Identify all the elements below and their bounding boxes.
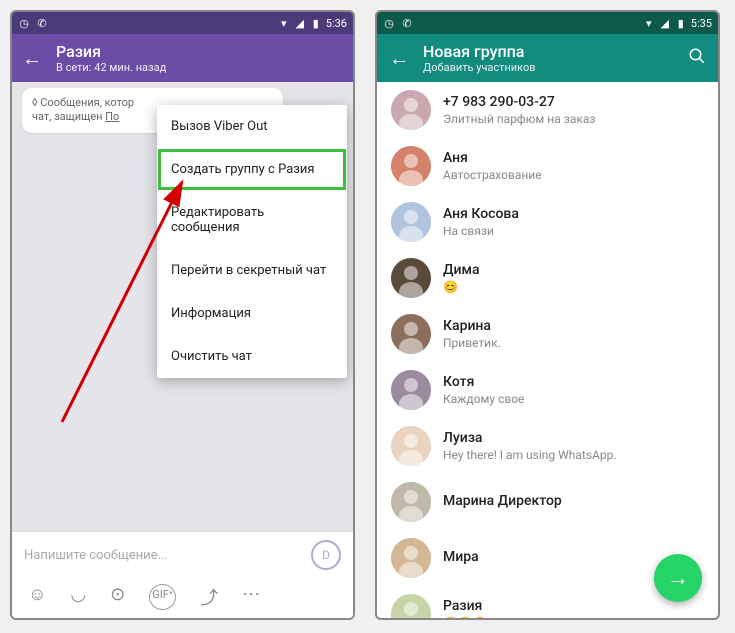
wifi-icon: ▾ bbox=[278, 17, 290, 29]
avatar bbox=[391, 90, 431, 130]
statusbar-time: 5:35 bbox=[691, 17, 712, 30]
contact-name: Мира bbox=[443, 549, 479, 565]
menu-clear-chat[interactable]: Очистить чат bbox=[157, 335, 347, 378]
gif-icon[interactable]: GIF⁺ bbox=[149, 584, 176, 610]
chat-body: ◊ Сообщения, котор чат, защищен По 4:54 … bbox=[12, 82, 353, 531]
contacts-list[interactable]: +7 983 290-03-27 Элитный парфюм на заказ А… bbox=[377, 82, 718, 618]
contact-name: Луиза bbox=[443, 430, 617, 446]
back-button[interactable]: ← bbox=[22, 46, 42, 71]
contact-name: +7 983 290-03-27 bbox=[443, 94, 595, 110]
contact-row[interactable]: Дима 😊 bbox=[377, 250, 718, 306]
contact-status: Приветик. bbox=[443, 336, 501, 350]
avatar bbox=[391, 370, 431, 410]
battery-icon: ▮ bbox=[675, 17, 687, 29]
emoji-icon[interactable]: ☺ bbox=[28, 584, 46, 610]
avatar bbox=[391, 426, 431, 466]
contact-name: Аня bbox=[443, 150, 542, 166]
signal-icon: ◢ bbox=[294, 17, 306, 29]
contact-status: 😊 bbox=[443, 280, 480, 294]
last-seen: В сети: 42 мин. назад bbox=[56, 61, 166, 74]
statusbar: ◷ ✆ ▾ ◢ ▮ 5:36 bbox=[12, 12, 353, 34]
contact-name: Разия bbox=[443, 598, 670, 614]
contact-name: Карина bbox=[443, 318, 501, 334]
contact-name: Дима bbox=[443, 262, 480, 278]
back-button[interactable]: ← bbox=[389, 46, 409, 71]
contact-status: 😊😊😟жизнь прекрасна живи мгновен bbox=[443, 616, 670, 618]
avatar bbox=[391, 538, 431, 578]
chat-header: ← Разия В сети: 42 мин. назад bbox=[12, 34, 353, 82]
statusbar: ◷ ✆ ▾ ◢ ▮ 5:35 bbox=[377, 12, 718, 34]
context-menu: Вызов Viber Out Создать группу с Разия Р… bbox=[157, 105, 347, 378]
contact-status: Автострахование bbox=[443, 168, 542, 182]
app-icon: ◷ bbox=[18, 17, 30, 29]
encryption-link[interactable]: По bbox=[105, 110, 119, 123]
message-input[interactable]: Напишите сообщение... bbox=[24, 548, 168, 563]
next-fab[interactable]: → bbox=[654, 554, 702, 602]
input-bar: Напишите сообщение... D ☺ ◡ ⊙ GIF⁺ ⤴ ⋯ bbox=[12, 531, 353, 618]
avatar bbox=[391, 202, 431, 242]
send-button[interactable]: D bbox=[311, 540, 341, 570]
contact-row[interactable]: Луиза Hey there! I am using WhatsApp. bbox=[377, 418, 718, 474]
whatsapp-status-icon: ✆ bbox=[36, 17, 48, 29]
contact-name: Котя bbox=[443, 374, 524, 390]
avatar bbox=[391, 314, 431, 354]
contact-status: Каждому свое bbox=[443, 392, 524, 406]
attach-icon[interactable]: ⤴ bbox=[200, 584, 218, 610]
avatar bbox=[391, 258, 431, 298]
header-sub: Добавить участников bbox=[423, 61, 536, 74]
avatar bbox=[391, 146, 431, 186]
contact-status: Элитный парфюм на заказ bbox=[443, 112, 595, 126]
contact-status: Hey there! I am using WhatsApp. bbox=[443, 448, 617, 462]
search-icon[interactable] bbox=[688, 47, 706, 70]
menu-create-group[interactable]: Создать группу с Разия bbox=[157, 148, 347, 191]
statusbar-time: 5:36 bbox=[326, 17, 347, 30]
contact-row[interactable]: +7 983 290-03-27 Элитный парфюм на заказ bbox=[377, 82, 718, 138]
whatsapp-phone: ◷ ✆ ▾ ◢ ▮ 5:35 ← Новая группа Добавить у… bbox=[375, 10, 720, 620]
contact-row[interactable]: Марина Директор bbox=[377, 474, 718, 530]
menu-edit-messages[interactable]: Редактировать сообщения bbox=[157, 191, 347, 249]
avatar bbox=[391, 594, 431, 618]
avatar bbox=[391, 482, 431, 522]
chat-title: Разия bbox=[56, 42, 166, 61]
sticker-icon[interactable]: ◡ bbox=[70, 584, 86, 610]
header-title: Новая группа bbox=[423, 42, 536, 61]
menu-viber-out[interactable]: Вызов Viber Out bbox=[157, 105, 347, 148]
menu-info[interactable]: Информация bbox=[157, 292, 347, 335]
signal-icon: ◢ bbox=[659, 17, 671, 29]
whatsapp-status-icon: ✆ bbox=[401, 17, 413, 29]
battery-icon: ▮ bbox=[310, 17, 322, 29]
contact-row[interactable]: Аня Косова На связи bbox=[377, 194, 718, 250]
menu-secret-chat[interactable]: Перейти в секретный чат bbox=[157, 249, 347, 292]
camera-icon[interactable]: ⊙ bbox=[110, 584, 125, 610]
contact-status: На связи bbox=[443, 224, 519, 238]
contact-name: Аня Косова bbox=[443, 206, 519, 222]
contact-row[interactable]: Карина Приветик. bbox=[377, 306, 718, 362]
wifi-icon: ▾ bbox=[643, 17, 655, 29]
contact-row[interactable]: Аня Автострахование bbox=[377, 138, 718, 194]
app-icon: ◷ bbox=[383, 17, 395, 29]
new-group-header: ← Новая группа Добавить участников bbox=[377, 34, 718, 82]
contact-name: Марина Директор bbox=[443, 493, 562, 509]
more-icon[interactable]: ⋯ bbox=[242, 584, 260, 610]
viber-phone: ◷ ✆ ▾ ◢ ▮ 5:36 ← Разия В сети: 42 мин. н… bbox=[10, 10, 355, 620]
contact-row[interactable]: Котя Каждому свое bbox=[377, 362, 718, 418]
